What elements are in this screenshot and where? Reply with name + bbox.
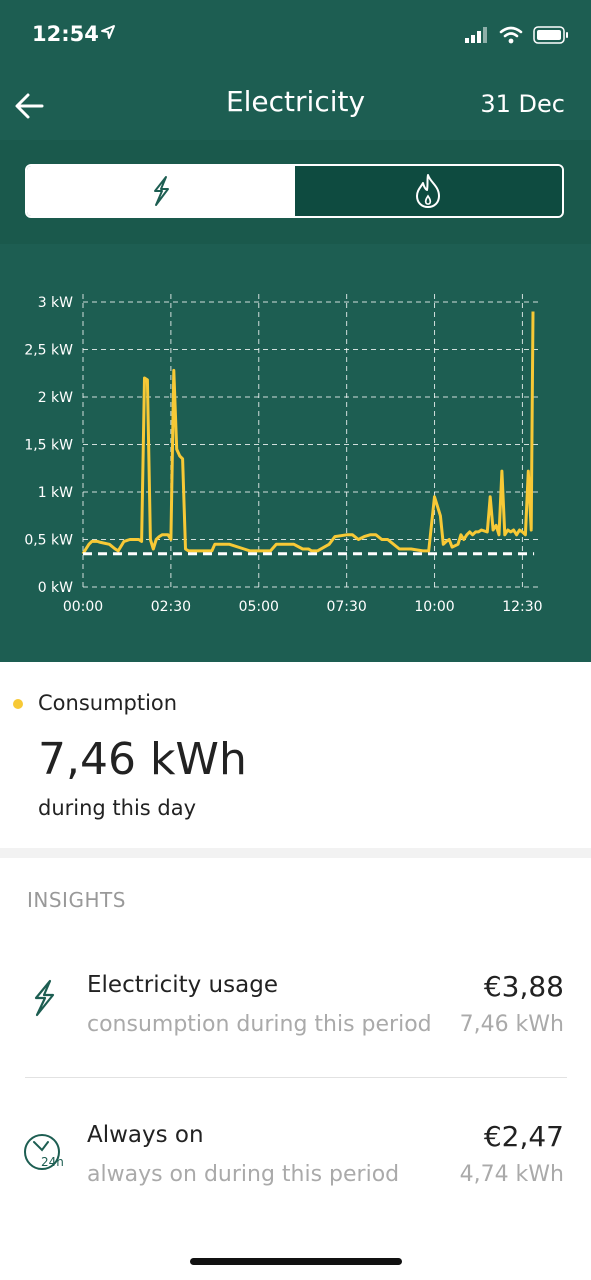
wifi-icon: [499, 26, 523, 44]
insight-description: consumption during this period: [87, 1012, 432, 1037]
consumption-legend-label: Consumption: [38, 691, 178, 715]
battery-icon: [533, 26, 568, 44]
insight-amount: €3,88: [483, 970, 564, 1003]
svg-text:24h: 24h: [41, 1155, 64, 1169]
row-separator: [25, 1077, 567, 1078]
y-tick-label: 2 kW: [38, 390, 73, 406]
x-tick-label: 00:00: [63, 599, 103, 615]
home-indicator: [190, 1258, 402, 1265]
insight-name: Electricity usage: [87, 972, 278, 998]
date-selector[interactable]: 31 Dec: [480, 90, 565, 118]
x-tick-label: 02:30: [151, 599, 191, 615]
always-on-24h-icon: 24h: [24, 1134, 64, 1170]
insight-electricity-usage[interactable]: Electricity usage €3,88 consumption duri…: [0, 956, 591, 1076]
consumption-value: 7,46 kWh: [38, 734, 247, 785]
section-divider: [0, 848, 591, 858]
location-arrow-icon: [101, 25, 115, 39]
tab-gas[interactable]: [294, 166, 562, 216]
x-tick-label: 10:00: [414, 599, 454, 615]
y-tick-label: 1 kW: [38, 485, 73, 501]
insight-name: Always on: [87, 1122, 204, 1148]
energy-type-toggle: [25, 164, 564, 218]
insight-description: always on during this period: [87, 1162, 400, 1187]
y-tick-label: 2,5 kW: [24, 343, 73, 359]
chart-svg: 0 kW 0,5 kW 1 kW 1,5 kW 2 kW 2,5 kW 3 kW 00:00 0…: [24, 294, 543, 615]
energy-type-toggle-area: [0, 140, 591, 244]
y-tick-label: 0 kW: [38, 580, 73, 596]
consumption-series-line: [81, 311, 535, 555]
x-tick-label: 12:30: [502, 599, 542, 615]
consumption-chart: 0 kW 0,5 kW 1 kW 1,5 kW 2 kW 2,5 kW 3 kW 00:00 0…: [0, 244, 591, 662]
consumption-subtitle: during this day: [38, 796, 197, 820]
tab-electricity[interactable]: [27, 166, 295, 216]
insight-kwh: 4,74 kWh: [459, 1162, 564, 1187]
insights-title: INSIGHTS: [27, 888, 126, 912]
status-bar: 12:54: [0, 0, 591, 70]
app-header: Electricity 31 Dec: [0, 70, 591, 140]
signal-icon: [465, 27, 487, 43]
status-time: 12:54: [32, 22, 99, 46]
x-tick-label: 05:00: [239, 599, 279, 615]
insight-amount: €2,47: [483, 1120, 564, 1153]
consumption-summary: Consumption 7,46 kWh during this day: [0, 662, 591, 848]
insight-always-on[interactable]: 24h Always on €2,47 always on during thi…: [0, 1106, 591, 1226]
status-icons: [465, 26, 569, 44]
lightning-icon: [34, 979, 55, 1017]
gas-flame-icon: [416, 174, 441, 208]
x-tick-label: 07:30: [326, 599, 366, 615]
y-tick-label: 3 kW: [38, 295, 73, 311]
insight-kwh: 7,46 kWh: [459, 1012, 564, 1037]
lightning-icon: [153, 176, 169, 206]
y-tick-label: 0,5 kW: [24, 533, 73, 549]
consumption-legend-dot: [13, 699, 23, 709]
y-tick-label: 1,5 kW: [24, 438, 73, 454]
